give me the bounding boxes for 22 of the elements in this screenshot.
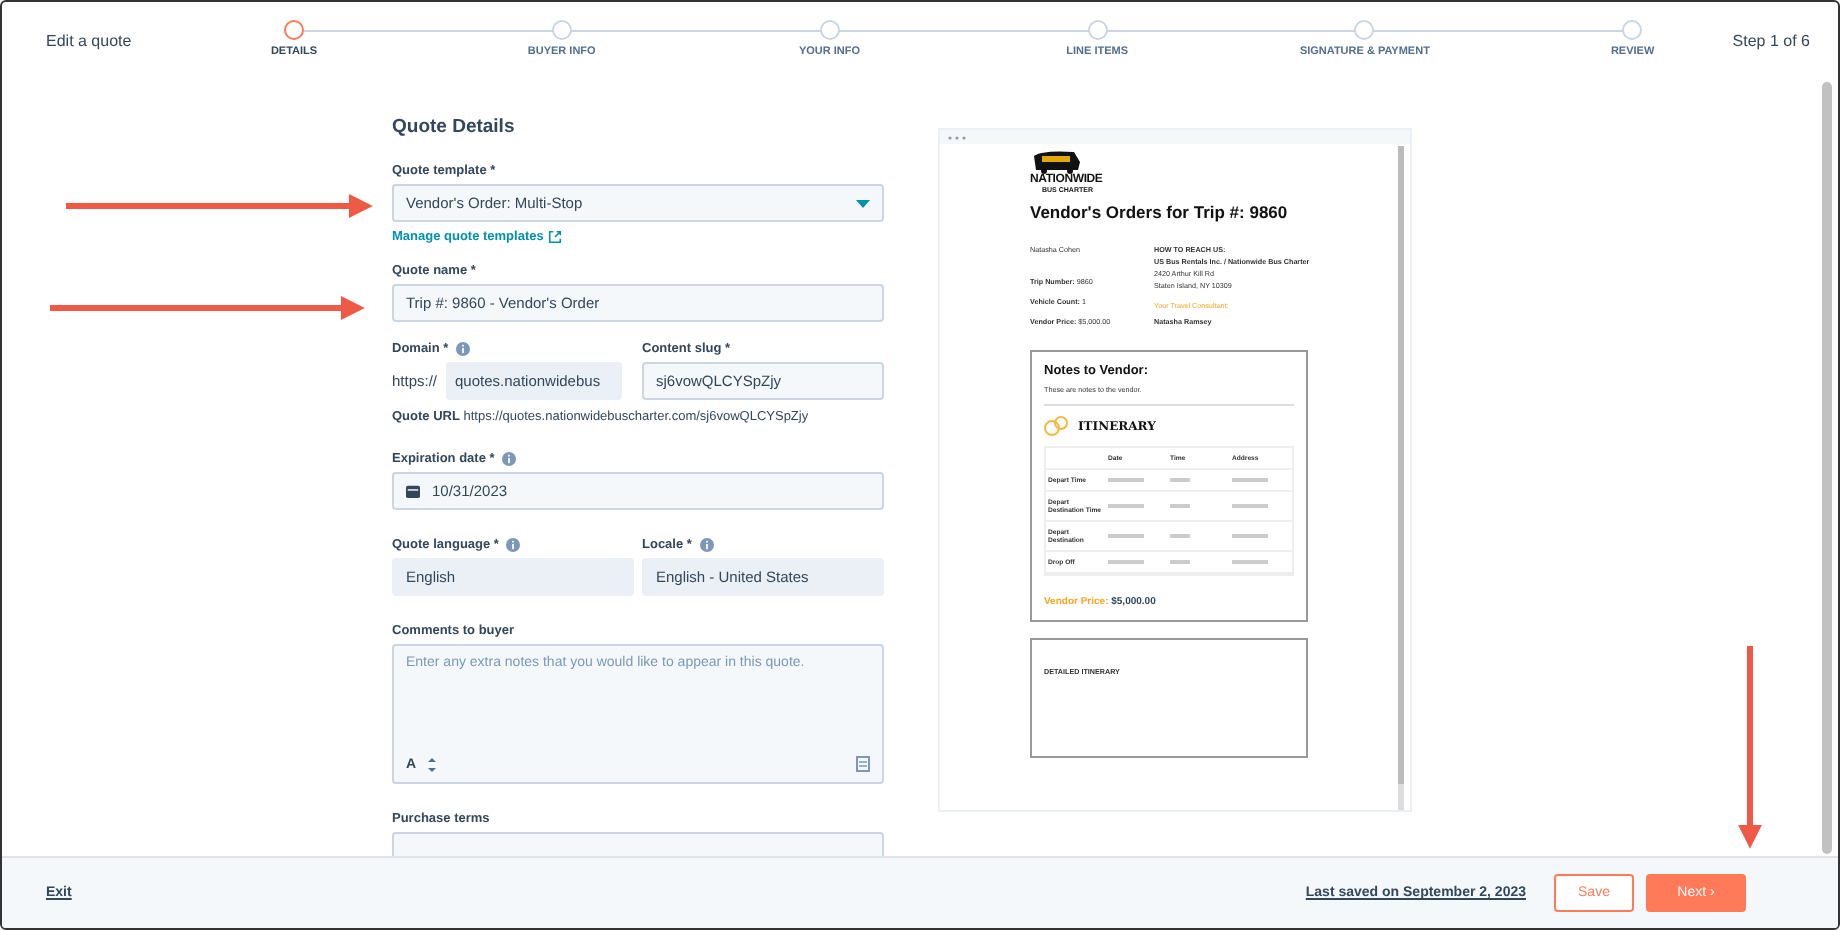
section-heading: Quote Details (392, 116, 515, 138)
step-indicator[interactable] (819, 20, 840, 40)
step-indicator[interactable] (1354, 20, 1375, 40)
info-icon[interactable] (456, 342, 471, 356)
step-indicator[interactable] (551, 20, 572, 40)
document-title: Vendor's Orders for Trip #: 9860 (1030, 202, 1290, 222)
info-icon[interactable] (502, 452, 517, 466)
page-title: Edit a quote (46, 32, 134, 50)
scrollbar[interactable] (1822, 82, 1832, 854)
scrollbar[interactable] (1398, 146, 1404, 784)
external-link-icon (547, 230, 562, 244)
step-counter: Step 1 of 6 (1732, 32, 1810, 50)
info-icon[interactable] (506, 538, 521, 552)
info-icon[interactable] (699, 538, 714, 552)
resize-icon[interactable] (428, 757, 437, 771)
caret-icon (856, 199, 870, 207)
step-indicator[interactable] (284, 20, 304, 40)
snippet-icon[interactable] (856, 756, 870, 772)
bus-logo-icon (1030, 150, 1082, 174)
calendar-icon (406, 484, 420, 498)
step-indicator[interactable] (1622, 20, 1643, 40)
step-indicator[interactable] (1087, 20, 1108, 40)
